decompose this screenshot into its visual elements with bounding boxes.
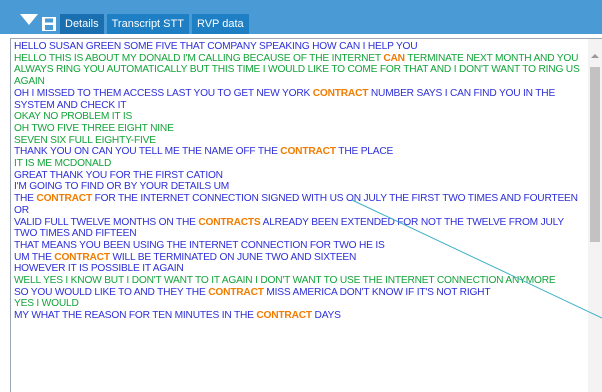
transcript-line-customer: OKAY NO PROBLEM IT IS	[14, 111, 586, 123]
transcript-line-customer: WELL YES I KNOW BUT I DON'T WANT TO IT A…	[14, 275, 586, 287]
transcript-text-segment: HOWEVER IT IS POSSIBLE IT AGAIN	[14, 263, 184, 275]
keyword-highlight: CONTRACT	[312, 87, 369, 99]
transcript-line-agent: SO YOU WOULD LIKE TO AND THEY THE CONTRA…	[14, 287, 586, 299]
transcript-text-segment: I'M GOING TO FIND OR BY YOUR DETAILS UM	[14, 181, 230, 193]
transcript-text-segment: IT IS ME MCDONALD	[14, 158, 112, 170]
keyword-highlight: CONTRACT	[280, 146, 336, 158]
tab-bar: Details Transcript STT RVP data	[38, 14, 252, 34]
header-bar: Details Transcript STT RVP data	[0, 0, 602, 34]
transcript-text-segment: FOR THE INTERNET CONNECTION SIGNED WITH …	[14, 193, 578, 216]
vertical-scrollbar[interactable]	[588, 39, 602, 392]
transcript-line-agent: GREAT THANK YOU FOR THE FIRST CATION	[14, 170, 586, 182]
transcript-text-segment: OKAY NO PROBLEM IT IS	[14, 111, 133, 123]
transcript-line-agent: UM THE CONTRACT WILL BE TERMINATED ON JU…	[14, 252, 586, 264]
scroll-up-icon[interactable]	[591, 54, 599, 58]
chevron-down-icon[interactable]	[20, 14, 38, 25]
transcript-line-agent: THANK YOU ON CAN YOU TELL ME THE NAME OF…	[14, 146, 586, 158]
keyword-highlight: CONTRACT	[208, 286, 264, 298]
scrollbar-thumb[interactable]	[590, 67, 600, 242]
transcript-text-segment: MISS AMERICA DON'T KNOW IF IT'S NOT RIGH…	[263, 286, 491, 298]
transcript-text-segment: OH TWO FIVE THREE EIGHT NINE	[14, 122, 174, 134]
transcript-text-segment: THAT MEANS YOU BEEN USING THE INTERNET C…	[14, 239, 385, 251]
transcript-line-customer: SEVEN SIX FULL EIGHTY-FIVE	[14, 135, 586, 147]
transcript-text-segment: WELL YES I KNOW BUT I DON'T WANT TO IT A…	[14, 275, 556, 287]
transcript-line-customer: OH TWO FIVE THREE EIGHT NINE	[14, 123, 586, 135]
transcript-line-agent: I'M GOING TO FIND OR BY YOUR DETAILS UM	[14, 181, 586, 193]
keyword-highlight: CONTRACT	[256, 310, 312, 322]
tab-transcript-stt[interactable]: Transcript STT	[106, 14, 189, 34]
transcript-text-segment: THANK YOU ON CAN YOU TELL ME THE NAME OF…	[14, 146, 281, 158]
transcript-text-segment: YES I WOULD	[14, 298, 79, 310]
transcript-line-agent: OH I MISSED TO THEM ACCESS LAST YOU TO G…	[14, 88, 586, 111]
transcript-line-agent: THE CONTRACT FOR THE INTERNET CONNECTION…	[14, 193, 586, 216]
transcript-text-segment: VALID FULL TWELVE MONTHS ON THE	[14, 216, 199, 228]
transcript-text-segment: SEVEN SIX FULL EIGHTY-FIVE	[14, 134, 156, 146]
keyword-highlight: CONTRACT	[54, 251, 110, 263]
transcript-panel: HELLO SUSAN GREEN SOME FIVE THAT COMPANY…	[10, 38, 602, 392]
transcript-line-agent: HELLO SUSAN GREEN SOME FIVE THAT COMPANY…	[14, 41, 586, 53]
transcript-line-agent: THAT MEANS YOU BEEN USING THE INTERNET C…	[14, 240, 586, 252]
transcript-line-agent: MY WHAT THE REASON FOR TEN MINUTES IN TH…	[14, 310, 586, 322]
transcript-text-segment: GREAT THANK YOU FOR THE FIRST CATION	[14, 169, 223, 181]
keyword-highlight: CONTRACT	[36, 193, 92, 205]
tab-details[interactable]: Details	[60, 14, 104, 34]
transcript-text-segment: DAYS	[311, 310, 341, 322]
transcript-text-segment: OH I MISSED TO THEM ACCESS LAST YOU TO G…	[14, 87, 313, 99]
transcript-text-segment: HELLO THIS IS ABOUT MY DONALD I'M CALLIN…	[14, 52, 384, 64]
transcript-text-segment: WILL BE TERMINATED ON JUNE TWO AND SIXTE…	[109, 251, 357, 263]
keyword-highlight: CAN	[383, 52, 405, 64]
transcript-line-customer: IT IS ME MCDONALD	[14, 158, 586, 170]
transcript-line-agent: VALID FULL TWELVE MONTHS ON THE CONTRACT…	[14, 217, 586, 240]
transcript-text-segment: UM THE	[14, 251, 55, 263]
transcript-line-agent: HOWEVER IT IS POSSIBLE IT AGAIN	[14, 263, 586, 275]
transcript-line-customer: HELLO THIS IS ABOUT MY DONALD I'M CALLIN…	[14, 53, 586, 88]
transcript-text-segment: SO YOU WOULD LIKE TO AND THEY THE	[14, 286, 209, 298]
transcript-text-segment: THE	[14, 193, 37, 205]
tab-rvp-data[interactable]: RVP data	[191, 14, 249, 34]
save-icon[interactable]	[38, 14, 60, 34]
transcript-text-segment: THE PLACE	[335, 146, 394, 158]
keyword-highlight: CONTRACTS	[198, 216, 261, 228]
transcript-text-segment: MY WHAT THE REASON FOR TEN MINUTES IN TH…	[14, 310, 257, 322]
transcript-text-segment: HELLO SUSAN GREEN SOME FIVE THAT COMPANY…	[14, 41, 418, 52]
transcript-text[interactable]: HELLO SUSAN GREEN SOME FIVE THAT COMPANY…	[14, 41, 586, 322]
transcript-line-customer: YES I WOULD	[14, 298, 586, 310]
